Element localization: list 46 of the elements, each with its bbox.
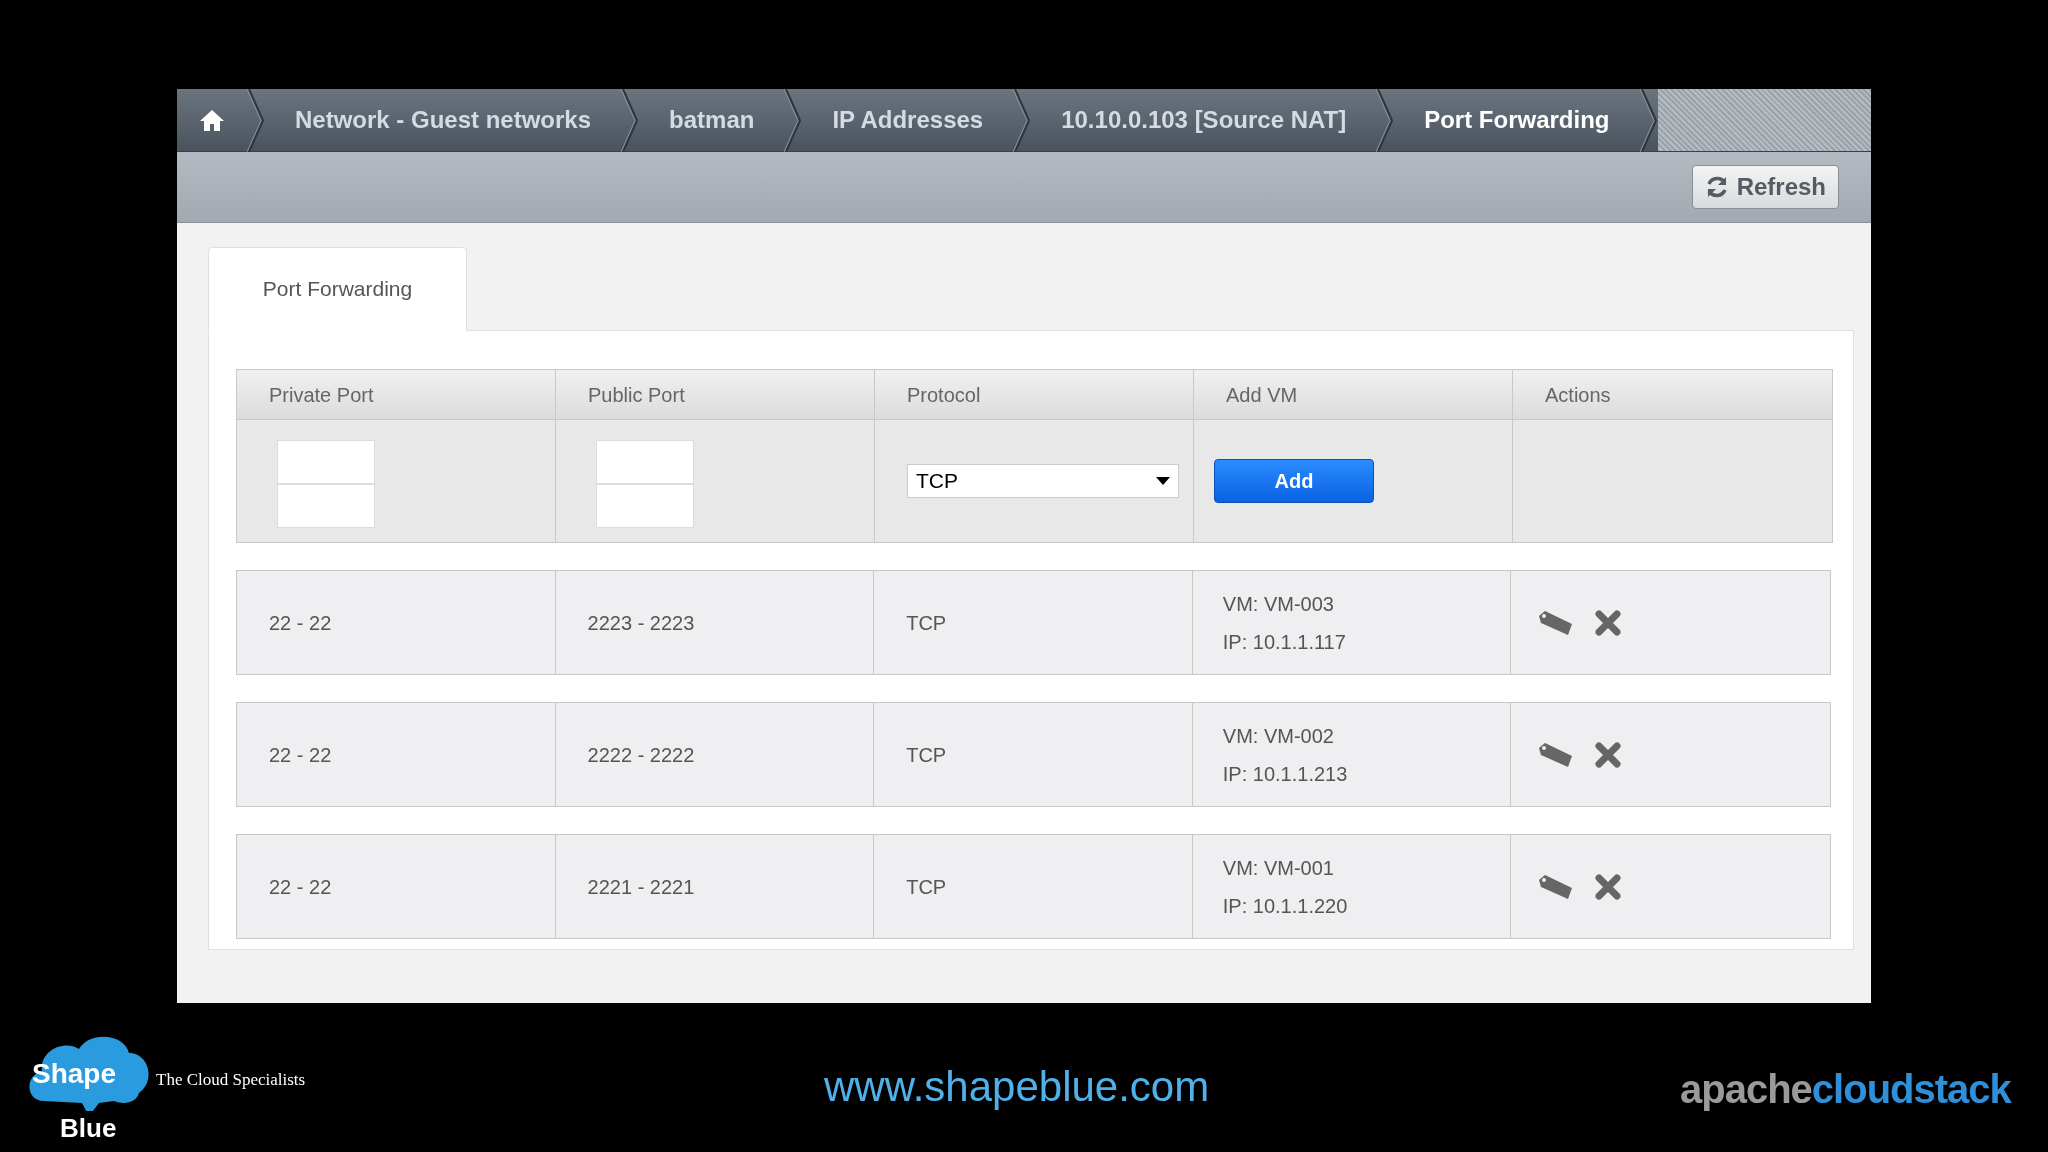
breadcrumb-link[interactable]: IP Addresses [802, 102, 1014, 138]
add-button[interactable]: Add [1214, 459, 1374, 503]
table-cell-text: TCP [906, 874, 947, 900]
breadcrumb-link[interactable]: 10.10.0.103 [Source NAT] [1031, 102, 1377, 138]
tag-icon[interactable] [1537, 873, 1574, 900]
table-cell-text: 2221 - 2221 [587, 874, 695, 900]
website-url: www.shapeblue.com [824, 1062, 1210, 1112]
column-header: Protocol [875, 370, 1194, 419]
refresh-button[interactable]: Refresh [1691, 165, 1839, 209]
tag-icon[interactable] [1537, 609, 1574, 636]
table-cell-text: 22 - 22 [269, 874, 332, 900]
table-cell-text: TCP [906, 742, 947, 768]
tab[interactable]: Port Forwarding [208, 247, 467, 331]
dropdown-caret-icon [1156, 477, 1170, 485]
column-header: Actions [1544, 382, 1612, 408]
logo-text: Blue [60, 1112, 117, 1145]
table-cell-text: 2223 - 2223 [587, 610, 695, 636]
table-cell-text: 22 - 22 [269, 610, 332, 636]
public-port-end-field[interactable] [596, 484, 694, 528]
table-cell-text: VM: VM-003 [1222, 591, 1335, 617]
table-cell-text: TCP [906, 610, 947, 636]
table-cell-text: 22 - 22 [269, 742, 332, 768]
breadcrumb-link[interactable]: Network - Guest networks [265, 102, 622, 138]
table-cell-text: IP: 10.1.1.213 [1222, 761, 1349, 787]
tag-icon[interactable] [1537, 741, 1574, 768]
breadcrumb-link[interactable]: Port Forwarding [1394, 102, 1640, 138]
table-cell-text: 2222 - 2222 [587, 742, 695, 768]
table-cell-text: IP: 10.1.1.117 [1222, 629, 1347, 655]
logo-text: Shape [32, 1057, 117, 1091]
private-port-start-field[interactable] [277, 440, 375, 484]
table-cell-text: VM: VM-002 [1222, 723, 1335, 749]
public-port-start-field[interactable] [596, 440, 694, 484]
column-header: Public Port [556, 370, 875, 419]
table-cell-text: VM: VM-001 [1222, 855, 1335, 881]
delete-icon[interactable] [1595, 873, 1622, 900]
brand-logo-text: apachecloudstack [1680, 1066, 2011, 1113]
delete-icon[interactable] [1595, 741, 1622, 768]
tagline: The Cloud Specialists [156, 1069, 306, 1091]
home-icon[interactable] [199, 108, 225, 132]
column-header: Add VM [1194, 370, 1513, 419]
column-header: Private Port [237, 370, 556, 419]
protocol-dropdown[interactable]: TCP [907, 464, 1179, 498]
private-port-end-field[interactable] [277, 484, 375, 528]
delete-icon[interactable] [1595, 609, 1622, 636]
breadcrumb-link[interactable]: batman [639, 102, 785, 138]
table-cell-text: IP: 10.1.1.220 [1222, 893, 1349, 919]
